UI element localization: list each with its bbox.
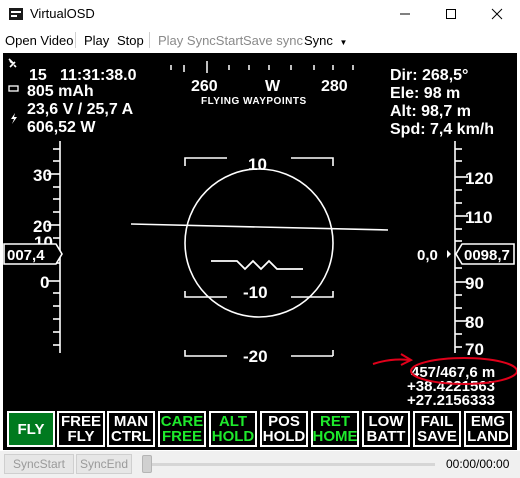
seek-slider-thumb[interactable] — [142, 455, 152, 473]
mode-fail-save: FAIL SAVE — [413, 411, 461, 447]
elevation-readout: Ele: 98 m — [390, 85, 460, 102]
menu-bar: Open Video Play Stop Play SyncStart Save… — [0, 28, 520, 52]
satellite-count: 15 — [29, 67, 47, 84]
mode-label-2: HOLD — [211, 428, 255, 445]
title-bar: VirtualOSD — [0, 0, 520, 28]
osd-time: 11:31:38.0 — [60, 67, 137, 84]
close-icon — [491, 8, 503, 20]
altitude-value: 0098,7 — [464, 247, 510, 264]
syncend-button[interactable]: SyncEnd — [76, 454, 132, 474]
altitude-readout: Alt: 98,7 m — [390, 103, 471, 120]
menu-separator — [75, 32, 76, 48]
satellite-icon — [8, 58, 17, 68]
minimize-icon — [400, 13, 410, 15]
artificial-horizon — [130, 157, 389, 357]
app-icon — [9, 8, 23, 20]
speed-scale-30: 30 — [33, 166, 52, 185]
vario-arrow-icon — [447, 250, 451, 258]
power-watts: 606,52 W — [27, 119, 96, 136]
altitude-scale-80: 80 — [465, 313, 484, 332]
maximize-button[interactable] — [428, 0, 474, 28]
play-syncstart-menu[interactable]: Play SyncStart — [158, 33, 243, 48]
mode-label: CARE — [160, 413, 204, 430]
mode-ret-home: RET HOME — [311, 411, 359, 447]
battery-capacity: 805 mAh — [27, 83, 94, 100]
menu-separator — [149, 32, 150, 48]
mode-label-2: FREE — [161, 428, 202, 445]
minimize-button[interactable] — [382, 0, 428, 28]
heading-tick-w: W — [265, 78, 281, 95]
mode-label-2: FLY — [67, 428, 95, 445]
heading-compass — [170, 61, 354, 73]
mode-fly: FLY — [7, 411, 55, 447]
osd-video-area: 15 11:31:38.0 805 mAh 23,6 V / 25,7 A 60… — [3, 53, 517, 450]
speed-readout: Spd: 7,4 km/h — [390, 121, 494, 138]
vario-value: 0,0 — [417, 247, 438, 264]
altitude-scale-90: 90 — [465, 274, 484, 293]
play-menu[interactable]: Play — [84, 33, 109, 48]
flight-mode-text: FLYING WAYPOINTS — [201, 96, 307, 107]
heading-tick-280: 280 — [321, 78, 348, 95]
mode-label: FAIL — [420, 413, 454, 430]
stop-menu[interactable]: Stop — [117, 33, 144, 48]
mode-label: ALT — [218, 413, 248, 430]
voltage-current: 23,6 V / 25,7 A — [27, 101, 134, 118]
heading-tick-260: 260 — [191, 78, 218, 95]
flight-mode-row: FLY FREE FLY MAN CTRL CARE FREE ALT HOLD POS… — [5, 411, 515, 447]
altitude-scale-120: 120 — [465, 169, 493, 188]
mode-pos-hold: POS HOLD — [260, 411, 308, 447]
mode-free-fly: FREE FLY — [57, 411, 105, 447]
seek-track[interactable] — [145, 463, 435, 466]
mode-label-2: SAVE — [417, 428, 457, 445]
save-sync-menu[interactable]: Save sync — [243, 33, 303, 48]
altitude-scale-110: 110 — [465, 208, 492, 227]
mode-label: FREE — [60, 413, 101, 430]
mode-emg-land: EMG LAND — [464, 411, 512, 447]
mode-label-2: HOLD — [262, 428, 306, 445]
mode-label: LOW — [368, 413, 404, 430]
pitch-10: 10 — [248, 155, 267, 174]
pitch-minus-10: -10 — [243, 283, 268, 302]
direction-readout: Dir: 268,5° — [390, 67, 468, 84]
open-video-menu[interactable]: Open Video — [5, 33, 73, 48]
close-button[interactable] — [474, 0, 520, 28]
mode-label-2: BATT — [366, 428, 406, 445]
maximize-icon — [446, 9, 456, 19]
lightning-icon — [11, 113, 17, 124]
sync-menu-label: Sync — [304, 33, 333, 48]
mode-low-batt: LOW BATT — [362, 411, 410, 447]
sync-menu[interactable]: Sync ▼ — [304, 33, 347, 48]
mode-man-ctrl: MAN CTRL — [107, 411, 155, 447]
battery-icon — [8, 85, 19, 92]
longitude-readout: +27.2156333 — [407, 392, 495, 409]
mode-label-2: HOME — [312, 428, 358, 445]
mode-label: FLY — [17, 420, 45, 438]
chevron-down-icon: ▼ — [339, 38, 348, 47]
mode-label: POS — [268, 413, 300, 430]
playback-time: 00:00/00:00 — [446, 457, 510, 471]
mode-care-free: CARE FREE — [158, 411, 206, 447]
pitch-minus-20: -20 — [243, 347, 268, 366]
mode-label: MAN — [113, 413, 149, 430]
mode-label-2: CTRL — [111, 428, 151, 445]
mode-label: EMG — [470, 413, 506, 430]
mode-alt-hold: ALT HOLD — [209, 411, 257, 447]
mode-label-2: LAND — [467, 428, 509, 445]
speed-scale-0: 0 — [40, 273, 49, 292]
altitude-scale-70: 70 — [465, 340, 484, 359]
syncstart-button[interactable]: SyncStart — [4, 454, 74, 474]
window-title: VirtualOSD — [30, 6, 95, 21]
speed-value: 007,4 — [7, 247, 45, 264]
playback-bar: SyncStart SyncEnd 00:00/00:00 — [0, 451, 520, 478]
mode-label: RET — [320, 413, 350, 430]
